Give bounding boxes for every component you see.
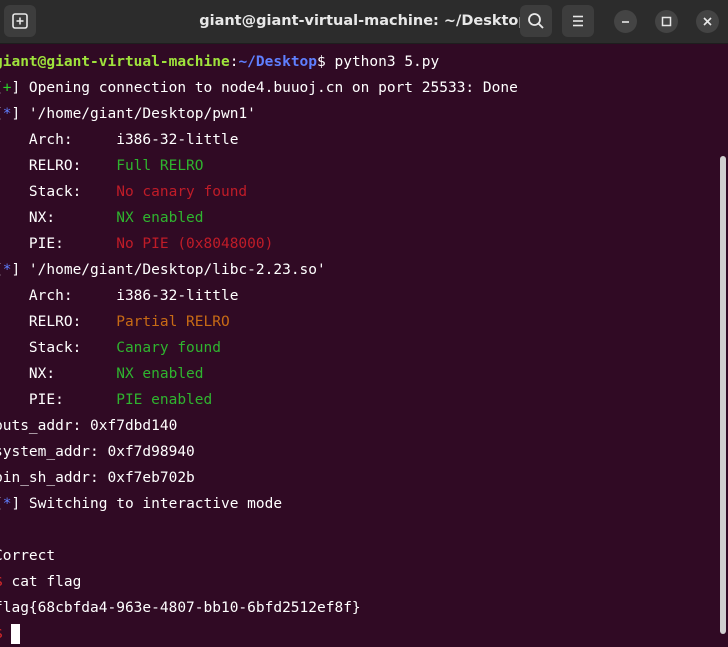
arch-label: Arch: [0, 132, 117, 148]
nx-label: NX: [0, 366, 117, 382]
current-prompt-line[interactable]: $ [0, 621, 21, 647]
relro-label: RELRO: [0, 314, 117, 330]
stack-label: Stack: [0, 184, 117, 200]
b2-relro-value: Partial RELRO [116, 314, 230, 330]
binary2-path: '/home/giant/Desktop/libc-2.23.so' [20, 262, 326, 278]
plus-marker: + [2, 80, 12, 96]
relro-label: RELRO: [0, 158, 117, 174]
close-icon [703, 17, 712, 26]
b1-nx-value: NX enabled [116, 210, 204, 226]
close-button[interactable] [696, 10, 719, 33]
maximize-icon [661, 16, 672, 27]
system-addr-line: system_addr: 0xf7d98940 [0, 444, 195, 460]
bin-sh-addr-line: bin_sh_addr: 0xf7eb702b [0, 470, 195, 486]
terminal-output[interactable]: giant@giant-virtual-machine:~/Desktop$ p… [0, 44, 728, 644]
b2-arch-value: i386-32-little [116, 288, 239, 304]
b2-pie-value: PIE enabled [116, 392, 213, 408]
output-line-binary1: [*] '/home/giant/Desktop/pwn1' [0, 106, 256, 122]
pie-label: PIE: [0, 236, 117, 252]
output-line-interactive: [*] Switching to interactive mode [0, 496, 283, 512]
star-marker: * [2, 106, 12, 122]
stack-label: Stack: [0, 340, 117, 356]
cat-command: cat flag [11, 574, 82, 590]
b1-arch-value: i386-32-little [116, 132, 239, 148]
minimize-button[interactable] [614, 10, 637, 33]
pie-label: PIE: [0, 392, 117, 408]
scrollbar-thumb[interactable] [720, 156, 726, 634]
correct-line: Correct [0, 548, 56, 564]
hamburger-menu-icon [573, 15, 583, 27]
shell-prompt: $ [0, 574, 11, 590]
b2-pie-line: PIE: PIE enabled [0, 387, 212, 413]
b1-relro-value: Full RELRO [116, 158, 204, 174]
flag-line: flag{68cbfda4-963e-4807-bb10-6bfd2512ef8… [0, 600, 361, 616]
puts-addr-line: puts_addr: 0xf7dbd140 [0, 418, 178, 434]
maximize-button[interactable] [655, 10, 678, 33]
arch-label: Arch: [0, 288, 117, 304]
text-cursor [11, 624, 21, 644]
window-titlebar: giant@giant-virtual-machine: ~/Desktop [0, 0, 728, 44]
prompt-line: giant@giant-virtual-machine:~/Desktop$ p… [0, 49, 439, 75]
b2-stack-line: Stack: Canary found [0, 335, 221, 361]
b2-nx-value: NX enabled [116, 366, 204, 382]
binary1-path: '/home/giant/Desktop/pwn1' [20, 106, 256, 122]
cat-command-line: $ cat flag [0, 569, 81, 595]
prompt-path: ~/Desktop [238, 54, 318, 70]
b1-nx-line: NX: NX enabled [0, 205, 204, 231]
interactive-text: Switching to interactive mode [20, 496, 283, 512]
search-button[interactable] [520, 5, 552, 37]
star-marker: * [2, 262, 12, 278]
b1-arch-line: Arch: i386-32-little [0, 127, 239, 153]
shell-prompt: $ [0, 626, 11, 642]
minimize-icon [622, 21, 629, 23]
command-text: python3 5.py [334, 54, 440, 70]
b1-pie-value: No PIE (0x8048000) [116, 236, 274, 252]
output-line-connection: [+] Opening connection to node4.buuoj.cn… [0, 80, 518, 96]
search-icon [528, 13, 544, 29]
prompt-user: giant@giant-virtual-machine [0, 54, 230, 70]
connection-text: Opening connection to node4.buuoj.cn on … [20, 80, 518, 96]
b2-nx-line: NX: NX enabled [0, 361, 204, 387]
b2-stack-value: Canary found [116, 340, 221, 356]
b1-stack-value: No canary found [116, 184, 248, 200]
star-marker: * [2, 496, 12, 512]
b2-relro-line: RELRO: Partial RELRO [0, 309, 230, 335]
output-line-binary2: [*] '/home/giant/Desktop/libc-2.23.so' [0, 262, 326, 278]
menu-button[interactable] [562, 5, 594, 37]
b1-relro-line: RELRO: Full RELRO [0, 153, 204, 179]
b1-pie-line: PIE: No PIE (0x8048000) [0, 231, 273, 257]
b2-arch-line: Arch: i386-32-little [0, 283, 239, 309]
b1-stack-line: Stack: No canary found [0, 179, 247, 205]
prompt-dollar: $ [317, 54, 335, 70]
nx-label: NX: [0, 210, 117, 226]
